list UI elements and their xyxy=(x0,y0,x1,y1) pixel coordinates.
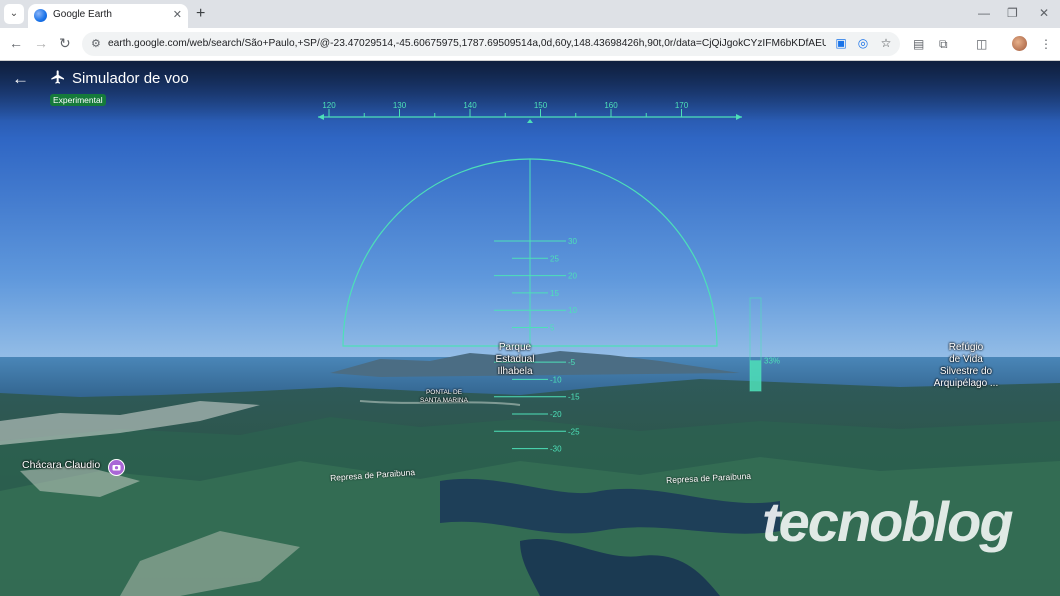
label-line: de Vida xyxy=(949,354,983,365)
place-label-refugio[interactable]: Refúgio de Vida Silvestre do Arquipélago… xyxy=(922,342,1010,390)
throttle-fill xyxy=(750,360,761,391)
close-icon[interactable]: ✕ xyxy=(173,8,182,21)
label-line: SANTA MARINA xyxy=(420,397,468,404)
airplane-icon xyxy=(51,70,64,84)
site-info-icon[interactable]: ⚙ xyxy=(91,37,101,50)
address-bar[interactable]: ⚙ earth.google.com/web/search/São+Paulo,… xyxy=(82,32,900,56)
earth-viewport[interactable]: 120 130 140 150 160 170 30 25 20 15 10 5 -5 -10 -15 -2… xyxy=(0,61,1060,596)
camera-glyph xyxy=(112,465,121,471)
pitch-tick-label: 30 xyxy=(568,237,577,246)
tab-title: Google Earth xyxy=(53,9,112,20)
pitch-tick-label: 20 xyxy=(568,272,577,281)
watermark: tecnoblog xyxy=(762,490,1014,553)
throttle-gauge: 33% xyxy=(749,297,780,392)
window-close-icon[interactable]: ✕ xyxy=(1039,6,1049,20)
reload-icon[interactable]: ↻ xyxy=(59,35,71,51)
restore-icon[interactable]: ❐ xyxy=(1007,6,1018,20)
throttle-label: 33% xyxy=(764,356,780,365)
pitch-tick-label: 5 xyxy=(550,324,555,333)
forward-arrow-icon[interactable]: → xyxy=(34,35,48,51)
back-arrow-icon[interactable]: ← xyxy=(9,35,23,51)
profile-avatar[interactable] xyxy=(1012,36,1027,51)
install-app-icon[interactable]: ▣ xyxy=(834,36,848,50)
label-line: Estadual xyxy=(495,354,535,365)
label-line: Parque xyxy=(498,342,532,353)
extensions-icon[interactable]: ⧉ xyxy=(939,36,948,52)
reading-mode-icon[interactable]: ▤ xyxy=(913,36,924,52)
tab-google-earth[interactable]: Google Earth ✕ xyxy=(28,4,188,28)
label-line: PONTAL DE xyxy=(425,389,463,396)
pitch-tick-label: -10 xyxy=(550,375,562,384)
tab-strip: ⌄ Google Earth ✕ + — ❐ ✕ xyxy=(0,0,1060,28)
label-line: Ilhabela xyxy=(497,366,533,377)
browser-toolbar: ← → ↻ ⚙ earth.google.com/web/search/São+… xyxy=(0,28,1060,61)
arrow-left-icon[interactable]: ← xyxy=(12,69,29,89)
poi-label[interactable]: Chácara Claudio xyxy=(22,459,100,471)
experimental-badge: Experimental xyxy=(50,94,106,106)
place-label-pontal[interactable]: PONTAL DE SANTA MARINA xyxy=(412,389,476,405)
pitch-tick-label: -25 xyxy=(568,427,580,436)
label-line: Silvestre do xyxy=(939,366,993,377)
label-line: Arquipélago ... xyxy=(933,378,999,389)
artificial-horizon xyxy=(342,158,718,347)
url-text[interactable]: earth.google.com/web/search/São+Paulo,+S… xyxy=(108,38,826,49)
page-title: Simulador de voo xyxy=(72,70,189,87)
place-label-parque[interactable]: Parque Estadual Ilhabela xyxy=(488,342,542,378)
app-header: ← Simulador de voo Experimental xyxy=(0,61,1060,131)
camera-icon[interactable] xyxy=(108,459,125,476)
pitch-tick-label: -30 xyxy=(550,445,562,454)
pitch-tick-label: 10 xyxy=(568,306,577,315)
tab-search-button[interactable]: ⌄ xyxy=(4,4,24,24)
bookmark-star-icon[interactable]: ☆ xyxy=(879,36,893,50)
pitch-tick-label: -15 xyxy=(568,393,580,402)
side-panel-icon[interactable]: ◫ xyxy=(976,36,987,52)
menu-kebab-icon[interactable]: ⋮ xyxy=(1040,36,1052,52)
label-line: Refúgio xyxy=(948,342,984,353)
earth-icon xyxy=(34,9,47,22)
new-tab-button[interactable]: + xyxy=(196,5,205,23)
minimize-icon[interactable]: — xyxy=(978,6,990,20)
pitch-tick-label: 25 xyxy=(550,254,559,263)
lens-icon[interactable]: ◎ xyxy=(856,36,870,50)
pitch-tick-label: -20 xyxy=(550,410,562,419)
pitch-tick-label: -5 xyxy=(568,358,576,367)
pitch-tick-label: 15 xyxy=(550,289,559,298)
